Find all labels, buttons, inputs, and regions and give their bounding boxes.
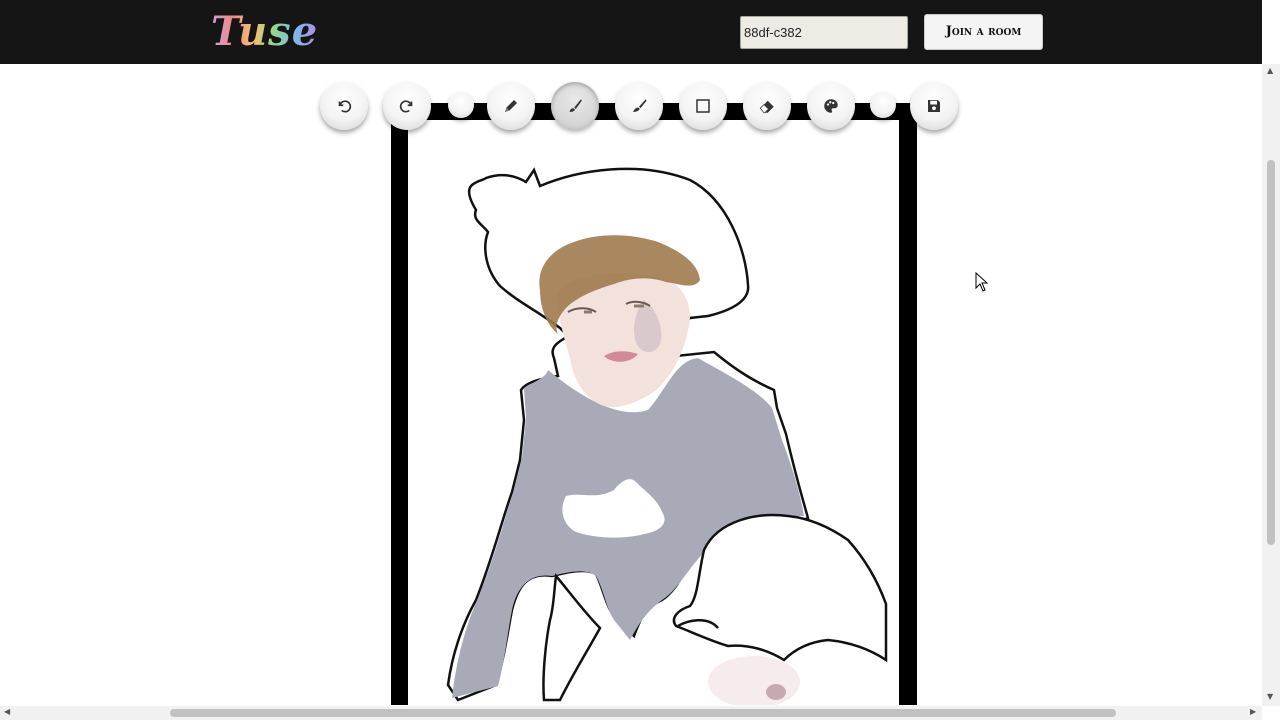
scroll-left-icon[interactable]: ◀ [4, 707, 10, 716]
horizontal-scroll-thumb[interactable] [170, 709, 1116, 717]
undo-icon [338, 100, 352, 113]
drawing-toolbar [320, 82, 960, 132]
drawing-canvas[interactable] [408, 120, 899, 705]
app-logo[interactable]: Tuse [211, 8, 318, 55]
undo-button[interactable] [320, 82, 368, 130]
color-swatch-button[interactable] [870, 92, 896, 118]
horizontal-scrollbar[interactable]: ◀ ▶ [0, 706, 1262, 720]
join-room-button[interactable]: Join a room [924, 14, 1043, 50]
top-bar: Tuse 88df-c382 Join a room [0, 0, 1262, 64]
brush-size-button[interactable] [448, 92, 474, 118]
rectangle-icon [696, 99, 710, 113]
scroll-down-icon[interactable]: ▼ [1267, 692, 1273, 701]
brush-button[interactable] [551, 82, 599, 130]
eraser-button[interactable] [743, 82, 791, 130]
redo-button[interactable] [383, 82, 431, 130]
paintbrush-icon [633, 99, 647, 112]
paintbrush-button[interactable] [615, 82, 663, 130]
palette-button[interactable] [807, 82, 855, 130]
vertical-scrollbar[interactable]: ▲ ▼ [1262, 64, 1280, 706]
save-icon [928, 100, 940, 112]
app-page: Tuse 88df-c382 Join a room ▲ ▼ ◀ ▶ [0, 0, 1280, 720]
vertical-scroll-thumb[interactable] [1267, 160, 1275, 545]
rectangle-button[interactable] [679, 82, 727, 130]
save-button[interactable] [910, 82, 958, 130]
room-code-input[interactable]: 88df-c382 [740, 16, 908, 49]
eraser-icon [759, 100, 774, 114]
scroll-right-icon[interactable]: ▶ [1250, 707, 1256, 716]
brush-icon [569, 99, 582, 112]
drawing [446, 167, 888, 705]
mouse-cursor-icon [975, 272, 989, 292]
pencil-icon [505, 100, 517, 112]
scroll-up-icon[interactable]: ▲ [1267, 66, 1273, 75]
pencil-button[interactable] [487, 82, 535, 130]
redo-icon [399, 100, 413, 113]
palette-icon [824, 99, 838, 113]
